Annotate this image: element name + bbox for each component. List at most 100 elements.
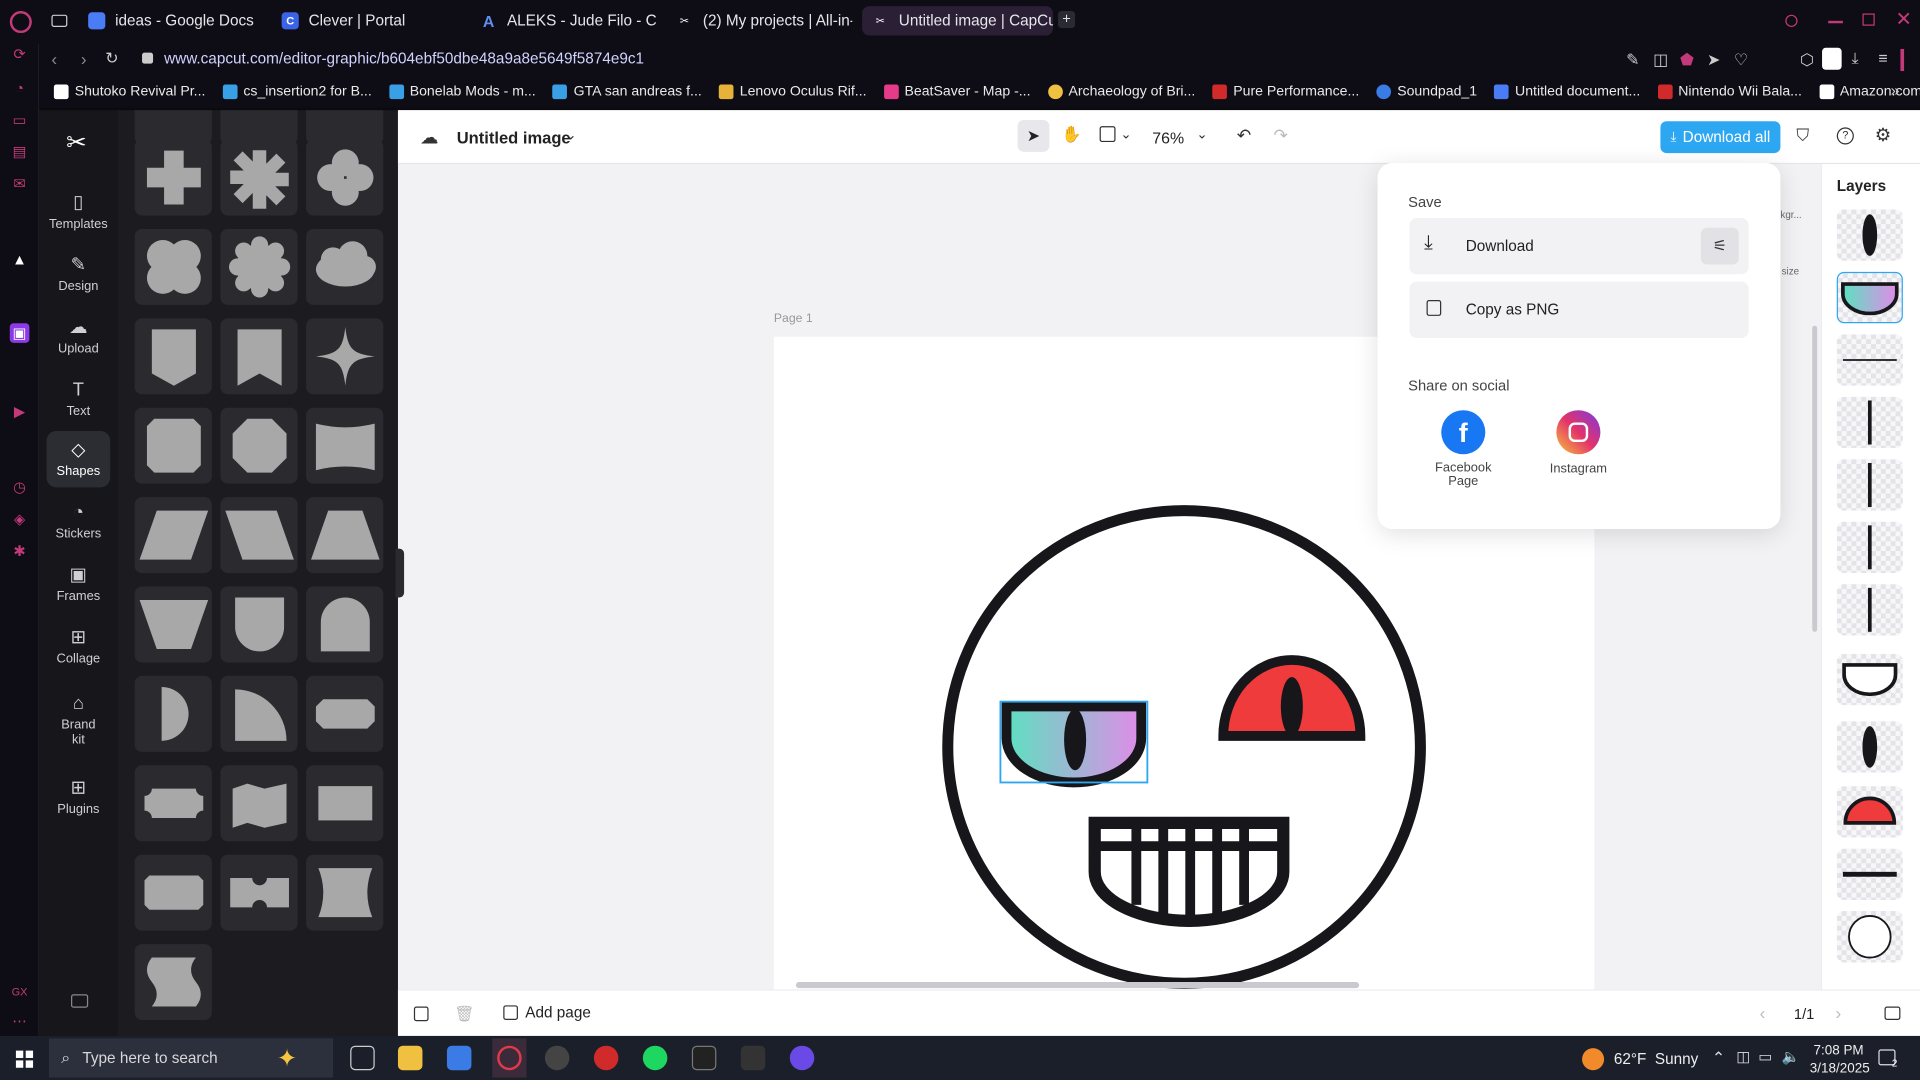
opera-gx-icon[interactable] — [497, 1045, 522, 1071]
shape-scallop[interactable] — [220, 228, 298, 305]
back-icon[interactable]: ‹ — [51, 49, 57, 69]
clock-date[interactable]: 3/18/2025 — [1810, 1062, 1870, 1077]
player-icon[interactable]: ▶ — [10, 402, 30, 422]
shape-rounded-square[interactable] — [134, 407, 212, 484]
nav-stickers[interactable]: ◔ Stickers — [47, 493, 111, 549]
nav-collage[interactable]: ⊞ Collage — [47, 618, 111, 674]
call-of-duty-icon[interactable] — [691, 1045, 717, 1071]
shape-trapezoid-inverted[interactable] — [134, 586, 212, 663]
bookmark-nintendo[interactable]: Nintendo Wii Bala... — [1657, 84, 1802, 100]
shape-shield[interactable] — [134, 318, 212, 395]
history-icon[interactable]: ◷ — [10, 478, 30, 498]
bookmark-lenovo[interactable]: Lenovo Oculus Rif... — [718, 84, 867, 100]
layer-bar[interactable] — [1836, 848, 1903, 901]
download-settings-button[interactable]: ⚟ — [1700, 227, 1739, 265]
volume-icon[interactable]: 🔈 — [1782, 1048, 1800, 1065]
new-tab-button[interactable]: + — [1057, 10, 1076, 29]
background-tool-label[interactable]: kgr... — [1780, 209, 1801, 220]
url-field[interactable]: www.capcut.com/editor-graphic/b604ebf50d… — [164, 50, 644, 67]
layer-face-circle[interactable] — [1836, 911, 1903, 963]
forward-icon[interactable]: › — [81, 49, 87, 69]
profile-icon[interactable] — [1822, 47, 1842, 70]
download-all-button[interactable]: ⤓ Download all — [1660, 121, 1781, 154]
youtube-icon[interactable] — [593, 1045, 619, 1071]
panel-collapse-handle[interactable] — [395, 548, 405, 598]
settings-icon[interactable]: ✱ — [10, 541, 30, 561]
horizontal-scrollbar[interactable] — [795, 982, 1360, 989]
layer-tooth[interactable] — [1836, 459, 1903, 511]
layer-mouth[interactable] — [1836, 653, 1903, 706]
nav-plugins[interactable]: ⊞ Plugins — [47, 769, 111, 825]
download-icon[interactable]: ⤓ — [1851, 49, 1858, 69]
search-tabs-icon[interactable] — [1785, 14, 1798, 27]
tray-overflow-icon[interactable]: ⌃ — [1712, 1048, 1725, 1068]
bookmark-cs-insertion[interactable]: cs_insertion2 for B... — [222, 84, 372, 100]
weather-icon[interactable] — [1582, 1048, 1605, 1071]
shape-half-circle[interactable] — [134, 675, 212, 752]
bookmark-gta[interactable]: GTA san andreas f... — [552, 84, 702, 100]
layer-line[interactable] — [1836, 334, 1903, 386]
layer-tooth[interactable] — [1836, 584, 1903, 636]
bookmark-beatsaver[interactable]: BeatSaver - Map -... — [883, 84, 1031, 100]
share-instagram[interactable]: Instagram — [1542, 410, 1615, 476]
shape-concave[interactable] — [306, 854, 384, 931]
windows-start-icon[interactable] — [15, 1050, 34, 1068]
shape-u[interactable] — [220, 586, 298, 663]
edit-icon[interactable]: ✎ — [1626, 50, 1639, 70]
bookmark-pure-performance[interactable]: Pure Performance... — [1212, 84, 1359, 100]
help-icon[interactable]: ? — [1836, 127, 1854, 145]
settings-icon[interactable]: ⚙ — [1875, 124, 1891, 146]
shape-sparkle[interactable] — [306, 318, 384, 395]
chevron-down-icon[interactable]: ⌄ — [1120, 126, 1131, 142]
layer-right-eye[interactable] — [1836, 786, 1903, 838]
layout-icon[interactable] — [1099, 126, 1116, 143]
minimize-button[interactable] — [1828, 20, 1843, 23]
nav-design[interactable]: ✎ Design — [47, 246, 111, 302]
shape-octagon[interactable] — [220, 407, 298, 484]
shield-icon[interactable]: ⛉ — [1796, 125, 1809, 146]
bookmark-shutoko[interactable]: Shutoko Revival Pr... — [53, 84, 205, 100]
bookmark-archaeology[interactable]: Archaeology of Bri... — [1047, 84, 1195, 100]
cloud-save-icon[interactable]: ☁ — [420, 126, 438, 148]
capcut-logo-icon[interactable]: ✂ — [66, 127, 87, 158]
next-page-icon[interactable]: › — [1836, 1003, 1842, 1023]
clock-icon[interactable]: ◔ — [10, 78, 30, 98]
shape-parallelogram-reverse[interactable] — [220, 497, 298, 574]
app-icon[interactable] — [544, 1045, 570, 1071]
previous-page-icon[interactable]: ‹ — [1760, 1003, 1766, 1023]
tab-untitled-image[interactable]: ✂ Untitled image | CapCut — [862, 6, 1054, 36]
shape-clover[interactable] — [306, 139, 384, 216]
tab-google-docs[interactable]: ideas - Google Docs — [78, 6, 262, 35]
shape-quatrefoil[interactable] — [134, 228, 212, 305]
layer-pupil[interactable] — [1836, 721, 1903, 773]
hand-tool-icon[interactable]: ✋ — [1062, 125, 1082, 145]
nav-frames[interactable]: ▣ Frames — [47, 556, 111, 612]
file-explorer-icon[interactable] — [397, 1045, 423, 1071]
shape-asterisk[interactable] — [220, 139, 298, 216]
cube-icon[interactable]: ⬡ — [1800, 50, 1814, 70]
shape-badge[interactable] — [306, 675, 384, 752]
discord-icon[interactable] — [789, 1045, 815, 1071]
extensions-icon[interactable]: ◈ — [10, 509, 30, 529]
nav-shapes[interactable]: ◇ Shapes — [46, 431, 111, 488]
shape-flag[interactable] — [220, 765, 298, 842]
shape-banner[interactable] — [306, 407, 384, 484]
nav-brand-kit[interactable]: ⌂ Brand kit — [47, 688, 111, 752]
vertical-scrollbar[interactable] — [1812, 325, 1818, 632]
keyboard-shortcuts-icon[interactable] — [71, 994, 89, 1008]
right-pupil[interactable] — [1280, 677, 1303, 736]
opera-logo-icon[interactable] — [9, 11, 32, 34]
shape-parallelogram[interactable] — [134, 497, 212, 574]
menu-icon[interactable]: ≡ — [1878, 49, 1887, 67]
capcut-taskbar-icon[interactable] — [740, 1045, 766, 1071]
layer-tooth[interactable] — [1836, 521, 1903, 574]
resize-tool-label[interactable]: size — [1782, 266, 1799, 277]
camera-icon[interactable]: ◫ — [1653, 50, 1668, 70]
zoom-level[interactable]: 76% — [1152, 129, 1184, 147]
shape-cross[interactable] — [134, 139, 212, 216]
copy-as-png-option[interactable]: Copy as PNG — [1409, 281, 1749, 338]
nav-upload[interactable]: ☁ Upload — [47, 309, 111, 365]
tab-aleks[interactable]: A ALEKS - Jude Filo - Celeb — [470, 6, 657, 35]
tab-my-projects[interactable]: ✂ (2) My projects | All-in-o — [666, 6, 852, 35]
document-title[interactable]: Untitled image — [457, 129, 571, 147]
